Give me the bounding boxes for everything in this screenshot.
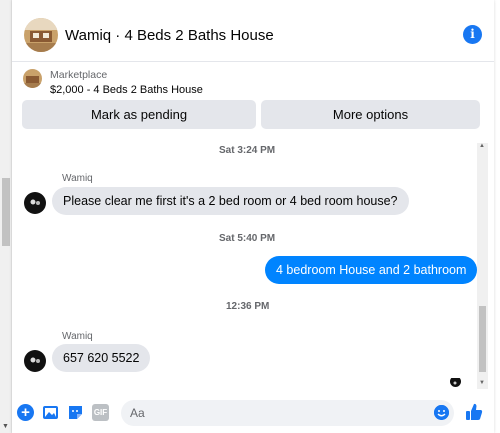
marketplace-card: Marketplace $2,000 - 4 Beds 2 Baths Hous… [12, 63, 482, 143]
more-options-button[interactable]: More options [261, 100, 480, 129]
listing-thumbnail[interactable] [23, 69, 42, 88]
conversation-avatar[interactable] [24, 18, 58, 52]
thumbs-up-icon[interactable] [464, 402, 484, 422]
sender-name: Wamiq [62, 173, 93, 184]
scroll-down-arrow-icon[interactable]: ▼ [2, 423, 9, 430]
scroll-up-arrow-icon[interactable]: ▲ [479, 143, 485, 149]
timestamp: 12:36 PM [226, 301, 270, 312]
message-scrollbar[interactable]: ▲ ▼ [477, 143, 488, 389]
plus-icon[interactable]: + [17, 404, 34, 421]
chat-header: Wamiq · 4 Beds 2 Baths House i [12, 10, 494, 62]
sender-avatar[interactable] [24, 192, 46, 214]
outgoing-message[interactable]: 4 bedroom House and 2 bathroom [265, 256, 478, 284]
photo-icon[interactable] [42, 404, 59, 421]
message-list[interactable]: Sat 3:24 PM Wamiq Please clear me first … [12, 143, 494, 393]
message-input[interactable]: Aa [121, 400, 454, 426]
listing-description[interactable]: $2,000 - 4 Beds 2 Baths House [50, 84, 203, 96]
conversation-title[interactable]: Wamiq · 4 Beds 2 Baths House [65, 27, 274, 44]
seen-indicator-avatar [450, 376, 461, 387]
incoming-message[interactable]: Please clear me first it's a 2 bed room … [52, 187, 409, 215]
incoming-message[interactable]: 657 620 5522 [52, 344, 151, 372]
gif-icon[interactable]: GIF [92, 404, 109, 421]
marketplace-label: Marketplace [50, 69, 108, 81]
scroll-down-arrow-icon[interactable]: ▼ [479, 380, 485, 386]
emoji-icon[interactable] [434, 405, 449, 420]
mark-as-pending-button[interactable]: Mark as pending [22, 100, 256, 129]
page-scrollbar-thumb[interactable] [2, 178, 10, 246]
chat-window: Wamiq · 4 Beds 2 Baths House i Marketpla… [12, 0, 494, 433]
timestamp: Sat 3:24 PM [219, 145, 276, 156]
message-scrollbar-thumb[interactable] [479, 306, 486, 372]
sender-name: Wamiq [62, 331, 93, 342]
sender-avatar[interactable] [24, 350, 46, 372]
message-composer: + GIF Aa [12, 398, 494, 433]
timestamp: Sat 5:40 PM [219, 233, 276, 244]
sticker-icon[interactable] [67, 404, 84, 421]
info-icon[interactable]: i [463, 25, 482, 44]
page-scrollbar[interactable]: ▼ [0, 0, 12, 433]
